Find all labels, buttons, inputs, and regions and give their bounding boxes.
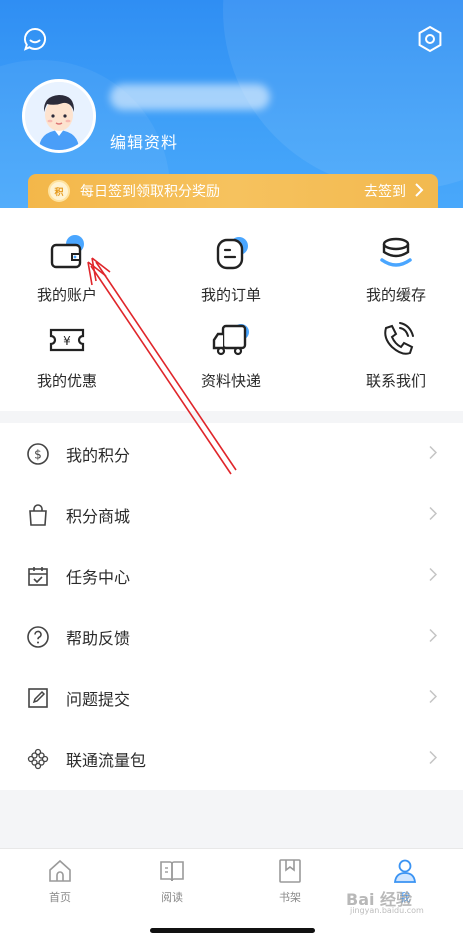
quick-actions-grid: 我的账户 我的订单 我的缓存 ¥ 我的优惠 资料快递 联系我们 bbox=[0, 208, 463, 411]
chevron-right-icon bbox=[429, 627, 438, 646]
order-icon bbox=[216, 237, 248, 270]
profile-header: 编辑资料 积 每日签到领取积分奖励 去签到 bbox=[0, 0, 463, 208]
menu-item-task-center[interactable]: 任务中心 bbox=[0, 545, 463, 606]
coupon-icon: ¥ bbox=[49, 328, 85, 352]
coin-icon: 积 bbox=[48, 180, 70, 202]
chevron-right-icon bbox=[429, 566, 438, 585]
grid-item-my-account[interactable]: 我的账户 bbox=[12, 232, 122, 305]
menu-item-label: 帮助反馈 bbox=[66, 628, 131, 648]
avatar[interactable] bbox=[22, 79, 96, 153]
tab-label: 书架 bbox=[279, 891, 301, 904]
grid-item-material-delivery[interactable]: 资料快递 bbox=[176, 318, 286, 391]
settings-icon[interactable] bbox=[415, 24, 445, 54]
menu-item-help-feedback[interactable]: 帮助反馈 bbox=[0, 606, 463, 667]
grid-item-label: 我的优惠 bbox=[36, 372, 97, 390]
phone-icon bbox=[384, 322, 414, 355]
delivery-truck-icon bbox=[212, 324, 249, 356]
tab-read[interactable]: 阅读 bbox=[132, 857, 212, 905]
tab-bookshelf[interactable]: 书架 bbox=[250, 857, 330, 905]
daily-signin-banner[interactable]: 积 每日签到领取积分奖励 去签到 bbox=[28, 174, 438, 208]
menu-item-label: 联通流量包 bbox=[66, 750, 147, 770]
menu-item-label: 我的积分 bbox=[66, 445, 131, 465]
profile-icon bbox=[393, 859, 417, 883]
grid-item-label: 我的订单 bbox=[200, 286, 261, 304]
grid-item-my-orders[interactable]: 我的订单 bbox=[176, 232, 286, 305]
home-indicator[interactable] bbox=[150, 928, 315, 933]
tab-label: 首页 bbox=[49, 891, 71, 904]
grid-item-label: 联系我们 bbox=[365, 372, 426, 390]
grid-item-label: 我的缓存 bbox=[365, 286, 426, 304]
chevron-right-icon bbox=[429, 505, 438, 524]
coin-label: 积 bbox=[54, 187, 64, 198]
edit-icon bbox=[26, 686, 50, 710]
chevron-right-icon bbox=[429, 749, 438, 768]
svg-text:¥: ¥ bbox=[63, 334, 71, 348]
help-icon bbox=[26, 625, 50, 649]
tab-label: 阅读 bbox=[161, 891, 183, 904]
menu-item-submit-issue[interactable]: 问题提交 bbox=[0, 667, 463, 728]
username-blurred bbox=[110, 84, 270, 110]
bookshelf-icon bbox=[279, 859, 301, 883]
menu-item-label: 问题提交 bbox=[66, 689, 131, 709]
bottom-spacer bbox=[0, 790, 463, 848]
chevron-right-icon bbox=[429, 444, 438, 463]
chevron-right-icon bbox=[414, 182, 424, 201]
section-divider bbox=[0, 411, 463, 423]
menu-item-label: 任务中心 bbox=[66, 567, 131, 587]
signin-text: 每日签到领取积分奖励 bbox=[80, 184, 220, 200]
unicom-knot-icon bbox=[26, 747, 50, 771]
signin-button[interactable]: 去签到 bbox=[364, 181, 424, 201]
grid-item-label: 我的账户 bbox=[36, 286, 97, 304]
signin-button-label: 去签到 bbox=[364, 184, 406, 200]
tab-home[interactable]: 首页 bbox=[20, 857, 100, 905]
menu-item-points-mall[interactable]: 积分商城 bbox=[0, 484, 463, 545]
grid-item-my-cache[interactable]: 我的缓存 bbox=[341, 232, 451, 305]
svg-text:$: $ bbox=[34, 447, 42, 461]
grid-item-contact-us[interactable]: 联系我们 bbox=[341, 318, 451, 391]
menu-list: $ 我的积分 积分商城 任务中心 帮助反馈 问题提交 联通流量包 bbox=[0, 423, 463, 789]
shopping-bag-icon bbox=[26, 503, 50, 527]
grid-item-label: 资料快递 bbox=[200, 372, 261, 390]
edit-profile-link[interactable]: 编辑资料 bbox=[110, 129, 178, 153]
wallet-icon bbox=[50, 235, 84, 269]
cache-icon bbox=[380, 237, 412, 267]
home-icon bbox=[49, 859, 71, 882]
calendar-task-icon bbox=[26, 564, 50, 588]
menu-item-my-points[interactable]: $ 我的积分 bbox=[0, 423, 463, 484]
watermark-url: jingyan.baidu.com bbox=[350, 906, 424, 915]
menu-item-label: 积分商城 bbox=[66, 506, 131, 526]
points-coin-icon: $ bbox=[26, 442, 50, 466]
chevron-right-icon bbox=[429, 688, 438, 707]
menu-item-unicom-data-pack[interactable]: 联通流量包 bbox=[0, 728, 463, 789]
message-icon[interactable] bbox=[20, 24, 50, 54]
grid-item-my-coupons[interactable]: ¥ 我的优惠 bbox=[12, 318, 122, 391]
read-book-icon bbox=[160, 861, 184, 882]
